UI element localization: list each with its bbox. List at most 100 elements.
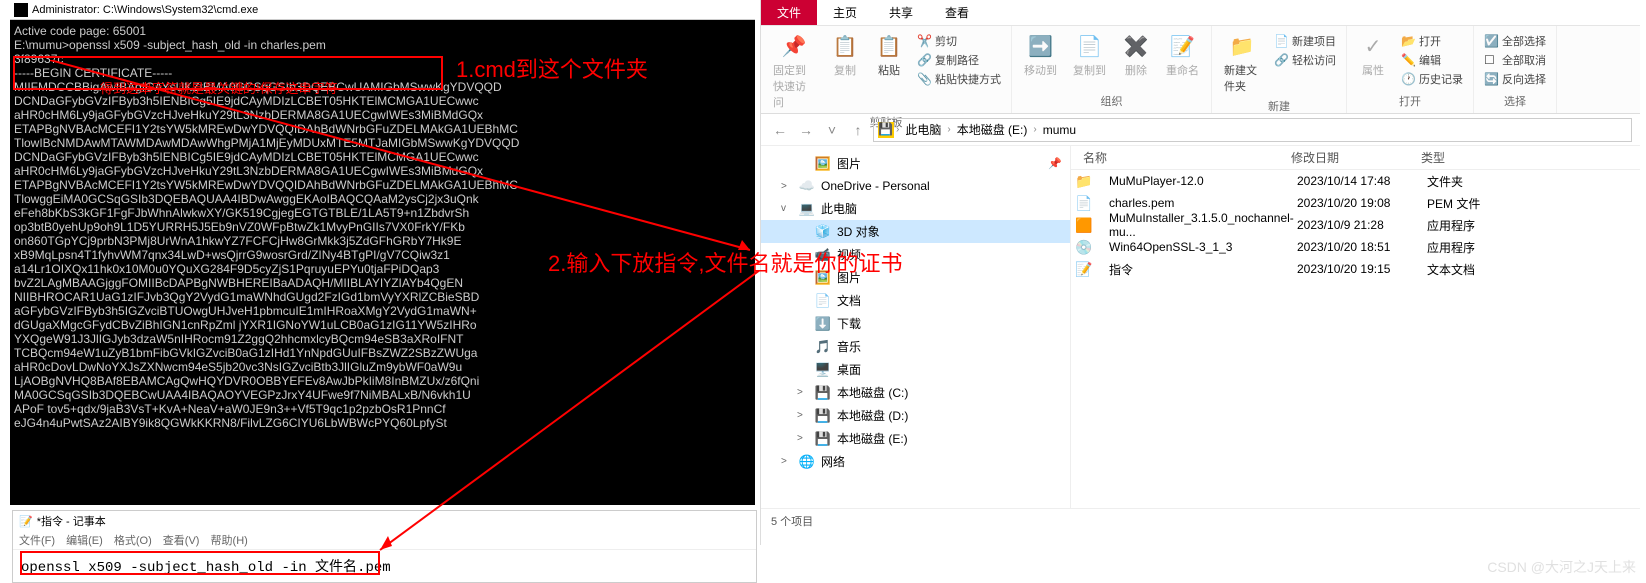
nav-recent[interactable]: ˅	[821, 119, 843, 141]
cmd-titlebar[interactable]: Administrator: C:\Windows\System32\cmd.e…	[10, 0, 755, 20]
bc-sep: ›	[947, 124, 950, 135]
copy-icon: 📋	[831, 32, 859, 60]
breadcrumb[interactable]: 💾 › 此电脑 › 本地磁盘 (E:) › mumu	[873, 118, 1632, 142]
tree-item[interactable]: >💾本地磁盘 (D:)	[761, 404, 1070, 427]
file-date: 2023/10/20 19:15	[1297, 262, 1427, 276]
file-row[interactable]: 📝 指令 2023/10/20 19:15 文本文档	[1071, 258, 1640, 280]
ribbon-organize: ➡️移动到 📄复制到 ✖️删除 📝重命名 组织	[1012, 26, 1212, 113]
easyaccess-button[interactable]: 🔗轻松访问	[1270, 51, 1340, 69]
col-type[interactable]: 类型	[1421, 149, 1521, 166]
file-date: 2023/10/9 21:28	[1297, 218, 1427, 232]
file-icon: 💿	[1075, 239, 1093, 256]
pin-icon: 📌	[780, 32, 808, 60]
newitem-button[interactable]: 📄新建项目	[1270, 32, 1340, 50]
file-row[interactable]: 🟧 MuMuInstaller_3.1.5.0_nochannel-mu... …	[1071, 214, 1640, 236]
file-icon: 🟧	[1075, 217, 1093, 234]
file-rows: 📁 MuMuPlayer-12.0 2023/10/14 17:48 文件夹📄 …	[1071, 170, 1640, 280]
tree-item[interactable]: >💾本地磁盘 (E:)	[761, 427, 1070, 450]
tree-item[interactable]: 🖥️桌面	[761, 358, 1070, 381]
ribbon-label-select: 选择	[1504, 93, 1526, 109]
shortcut-icon: 📎	[917, 72, 931, 86]
copyto-button[interactable]: 📄复制到	[1067, 30, 1112, 80]
col-name[interactable]: 名称	[1071, 149, 1291, 166]
paste-icon: 📋	[875, 32, 903, 60]
invertselect-button[interactable]: 🔄反向选择	[1480, 70, 1550, 88]
menu-view[interactable]: 查看(V)	[163, 535, 200, 547]
notepad-title-text: *指令 - 记事本	[37, 513, 106, 529]
newfolder-icon: 📁	[1228, 32, 1256, 60]
notepad-title[interactable]: 📝 *指令 - 记事本	[13, 511, 756, 531]
bc-item-1[interactable]: 本地磁盘 (E:)	[953, 121, 1032, 138]
tab-file[interactable]: 文件	[761, 0, 817, 25]
tree-item[interactable]: ⬇️下载	[761, 312, 1070, 335]
tab-home[interactable]: 主页	[817, 0, 873, 25]
delete-button[interactable]: ✖️删除	[1116, 30, 1156, 80]
notepad-content[interactable]: openssl x509 -subject_hash_old -in 文件名.p…	[13, 550, 756, 582]
nav-back[interactable]: ←	[769, 119, 791, 141]
tree-panel[interactable]: 🖼️图片📌>☁️OneDrive - Personalv💻此电脑🧊3D 对象📹视…	[761, 146, 1071, 508]
paste-button[interactable]: 📋粘贴	[869, 30, 909, 80]
selectall-button[interactable]: ☑️全部选择	[1480, 32, 1550, 50]
invert-icon: 🔄	[1484, 72, 1498, 86]
pasteshortcut-button[interactable]: 📎粘贴快捷方式	[913, 70, 1005, 88]
tree-item[interactable]: >☁️OneDrive - Personal	[761, 175, 1070, 197]
ribbon: 📌固定到快速访问 📋复制 📋粘贴 ✂️剪切 🔗复制路径 📎粘贴快捷方式 剪贴板 …	[761, 26, 1640, 114]
pin-button[interactable]: 📌固定到快速访问	[767, 30, 821, 112]
tree-item[interactable]: 📄文档	[761, 289, 1070, 312]
rename-icon: 📝	[1169, 32, 1197, 60]
ribbon-select: ☑️全部选择 ☐全部取消 🔄反向选择 选择	[1474, 26, 1557, 113]
file-type: PEM 文件	[1427, 195, 1527, 212]
file-row[interactable]: 💿 Win64OpenSSL-3_1_3 2023/10/20 18:51 应用…	[1071, 236, 1640, 258]
properties-button[interactable]: ✓属性	[1353, 30, 1393, 80]
bc-item-0[interactable]: 此电脑	[901, 121, 945, 138]
newitem-icon: 📄	[1274, 34, 1288, 48]
rename-button[interactable]: 📝重命名	[1160, 30, 1205, 80]
edit-icon: ✏️	[1401, 53, 1415, 67]
menu-edit[interactable]: 编辑(E)	[66, 535, 103, 547]
ribbon-label-open: 打开	[1399, 93, 1421, 109]
drive-icon: 💾	[878, 122, 894, 138]
moveto-button[interactable]: ➡️移动到	[1018, 30, 1063, 80]
menu-file[interactable]: 文件(F)	[19, 535, 55, 547]
filelist-header[interactable]: 名称 修改日期 类型	[1071, 146, 1640, 170]
copyto-icon: 📄	[1076, 32, 1104, 60]
file-row[interactable]: 📁 MuMuPlayer-12.0 2023/10/14 17:48 文件夹	[1071, 170, 1640, 192]
tree-item[interactable]: 🖼️图片📌	[761, 152, 1070, 175]
statusbar: 5 个项目	[761, 508, 1640, 532]
history-button[interactable]: 🕐历史记录	[1397, 70, 1467, 88]
file-name: 指令	[1097, 261, 1297, 278]
newfolder-button[interactable]: 📁新建文件夹	[1218, 30, 1266, 96]
tab-row: 文件 主页 共享 查看	[761, 0, 1640, 26]
cut-button[interactable]: ✂️剪切	[913, 32, 1005, 50]
tab-share[interactable]: 共享	[873, 0, 929, 25]
filelist-panel[interactable]: 名称 修改日期 类型 📁 MuMuPlayer-12.0 2023/10/14 …	[1071, 146, 1640, 508]
annotation-1-sub: 得到这串字符就是最关键的!保存这串字符	[100, 78, 338, 97]
tree-item[interactable]: 🧊3D 对象	[761, 220, 1070, 243]
menu-help[interactable]: 帮助(H)	[211, 535, 248, 547]
selectnone-button[interactable]: ☐全部取消	[1480, 51, 1550, 69]
history-icon: 🕐	[1401, 72, 1415, 86]
nav-forward[interactable]: →	[795, 119, 817, 141]
notepad-menu[interactable]: 文件(F) 编辑(E) 格式(O) 查看(V) 帮助(H)	[13, 531, 756, 550]
file-name: MuMuInstaller_3.1.5.0_nochannel-mu...	[1097, 211, 1297, 239]
file-type: 文件夹	[1427, 173, 1527, 190]
tree-item[interactable]: 🎵音乐	[761, 335, 1070, 358]
tab-view[interactable]: 查看	[929, 0, 985, 25]
bc-item-2[interactable]: mumu	[1039, 123, 1080, 137]
notepad-icon: 📝	[19, 515, 33, 528]
menu-format[interactable]: 格式(O)	[114, 535, 152, 547]
selectall-icon: ☑️	[1484, 34, 1498, 48]
copypath-button[interactable]: 🔗复制路径	[913, 51, 1005, 69]
ribbon-clipboard: 📌固定到快速访问 📋复制 📋粘贴 ✂️剪切 🔗复制路径 📎粘贴快捷方式 剪贴板	[761, 26, 1012, 113]
tree-item[interactable]: >🌐网络	[761, 450, 1070, 473]
easy-icon: 🔗	[1274, 53, 1288, 67]
tree-item[interactable]: >💾本地磁盘 (C:)	[761, 381, 1070, 404]
nav-up[interactable]: ↑	[847, 119, 869, 141]
file-name: MuMuPlayer-12.0	[1097, 174, 1297, 188]
edit-button[interactable]: ✏️编辑	[1397, 51, 1467, 69]
open-button[interactable]: 📂打开	[1397, 32, 1467, 50]
file-type: 文本文档	[1427, 261, 1527, 278]
copy-button[interactable]: 📋复制	[825, 30, 865, 80]
col-date[interactable]: 修改日期	[1291, 149, 1421, 166]
tree-item[interactable]: v💻此电脑	[761, 197, 1070, 220]
